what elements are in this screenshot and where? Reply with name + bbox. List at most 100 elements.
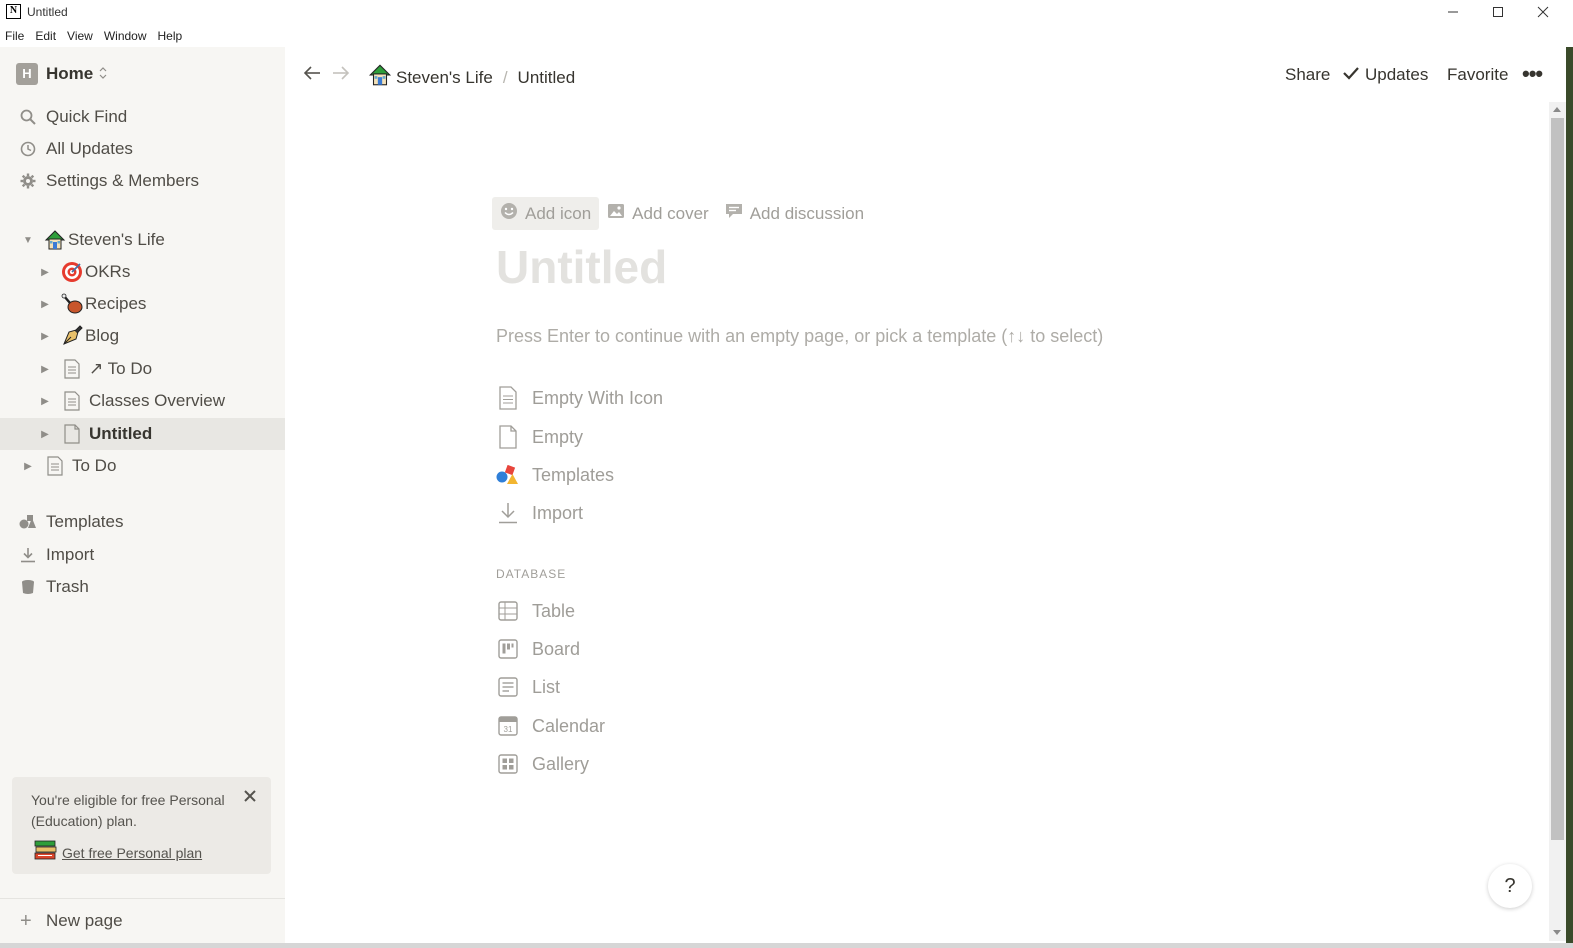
scroll-thumb[interactable] [1551,118,1564,840]
menu-window[interactable]: Window [99,26,153,46]
maximize-button[interactable] [1475,0,1521,24]
add-cover-button[interactable]: Add cover [599,197,717,230]
menu-view[interactable]: View [62,26,99,46]
calendar-icon: 31 [496,714,520,738]
option-label: Empty With Icon [532,387,664,408]
toggle-collapsed-icon[interactable]: ▶ [37,299,53,310]
vertical-scrollbar[interactable] [1549,102,1566,941]
option-gallery[interactable]: Gallery [496,749,589,779]
toggle-collapsed-icon[interactable]: ▶ [37,267,53,278]
toggle-collapsed-icon[interactable]: ▶ [37,364,53,375]
tree-item-todo-link[interactable]: ▶ ↗ To Do [0,353,285,385]
sidebar-import[interactable]: Import [0,539,285,571]
share-button[interactable]: Share [1285,65,1330,85]
tree-item-label: OKRs [85,262,131,281]
empty-page-icon [59,421,85,447]
option-label: Templates [532,464,615,485]
minimize-button[interactable] [1430,0,1476,24]
add-icon-button[interactable]: Add icon [492,197,600,230]
workspace-name: Home [46,64,94,83]
templates-icon [496,463,520,487]
sidebar-all-updates[interactable]: All Updates [0,133,285,165]
menu-file[interactable]: File [0,26,30,46]
tree-item-untitled[interactable]: ▶ Untitled [0,418,285,450]
tree-item-label: ↗ To Do [89,359,153,378]
scroll-up-arrow-icon[interactable] [1553,107,1561,112]
books-icon [34,839,58,866]
forward-arrow-icon[interactable] [332,64,350,87]
sidebar-trash[interactable]: Trash [0,571,285,603]
close-icon[interactable] [243,789,259,805]
option-label: List [532,676,561,697]
chevron-updown-icon [99,66,107,82]
sidebar-item-label: Import [46,545,95,564]
option-empty-with-icon[interactable]: Empty With Icon [496,383,663,413]
sidebar: H Home Quick Find All Updates Settings &… [0,47,285,943]
page-actions: Add icon Add cover Add discussion [492,197,872,230]
import-icon [496,501,520,525]
option-board[interactable]: Board [496,634,580,664]
option-import[interactable]: Import [496,498,583,528]
updates-button[interactable]: Updates [1343,65,1428,85]
toggle-collapsed-icon[interactable]: ▶ [37,429,53,440]
option-empty[interactable]: Empty [496,422,583,452]
breadcrumb: Steven's Life / Untitled [367,62,575,93]
toggle-collapsed-icon[interactable]: ▶ [37,331,53,342]
option-label: Empty [532,426,584,447]
tree-item-todo[interactable]: ▶ To Do [0,450,285,482]
tree-item-blog[interactable]: ▶ Blog [0,320,285,352]
toggle-collapsed-icon[interactable]: ▶ [37,396,53,407]
sidebar-quick-find[interactable]: Quick Find [0,101,285,133]
option-table[interactable]: Table [496,596,575,626]
option-label: Calendar [532,715,606,736]
more-options-icon[interactable]: ••• [1522,61,1543,87]
promo-text: You're eligible for free Personal (Educa… [31,792,225,829]
favorite-button[interactable]: Favorite [1447,65,1508,85]
option-label: Table [532,600,576,621]
page-topbar: Steven's Life / Untitled Share Updates F… [285,47,1573,102]
option-calendar[interactable]: 31 Calendar [496,711,605,741]
new-page-button[interactable]: + New page [0,898,285,943]
tree-item-stevens-life[interactable]: ▼ Steven's Life [0,224,285,256]
empty-page-icon [496,425,520,449]
tree-item-label: Steven's Life [68,230,165,249]
svg-text:31: 31 [504,725,513,734]
page-title-input[interactable]: Untitled [496,240,667,294]
help-button[interactable]: ? [1488,864,1532,908]
page-content: Add icon Add cover Add discussion Untitl… [285,102,1547,943]
background-edge [0,943,1573,948]
templates-icon [18,512,38,532]
target-icon [59,259,85,285]
option-templates[interactable]: Templates [496,460,614,490]
add-discussion-button[interactable]: Add discussion [717,197,872,230]
tree-item-recipes[interactable]: ▶ Recipes [0,288,285,320]
page-icon [42,453,68,479]
tree-item-classes-overview[interactable]: ▶ Classes Overview [0,385,285,417]
breadcrumb-separator: / [502,67,508,87]
updates-label: Updates [1365,65,1429,84]
back-arrow-icon[interactable] [303,64,321,87]
sidebar-settings[interactable]: Settings & Members [0,165,285,197]
breadcrumb-item[interactable]: Untitled [518,68,576,88]
get-free-plan-link[interactable]: Get free Personal plan [34,839,202,866]
toggle-collapsed-icon[interactable]: ▶ [20,461,36,472]
close-window-button[interactable] [1520,0,1566,24]
image-icon [607,203,625,224]
sidebar-item-label: Quick Find [46,107,128,126]
workspace-switcher[interactable]: H Home [16,63,107,85]
breadcrumb-item[interactable]: Steven's Life [396,68,493,88]
new-page-label: New page [46,911,123,930]
option-label: Gallery [532,753,590,774]
toggle-expanded-icon[interactable]: ▼ [20,235,36,246]
page-icon [496,386,520,410]
option-list[interactable]: List [496,672,560,702]
scroll-down-arrow-icon[interactable] [1553,930,1561,935]
sidebar-item-label: All Updates [46,139,133,158]
menu-edit[interactable]: Edit [30,26,62,46]
window-title: Untitled [27,5,68,19]
menu-bar: File Edit View Window Help [0,26,188,46]
sidebar-templates[interactable]: Templates [0,506,285,538]
tree-item-okrs[interactable]: ▶ OKRs [0,256,285,288]
menu-help[interactable]: Help [153,26,189,46]
tree-item-label: Classes Overview [89,391,226,410]
